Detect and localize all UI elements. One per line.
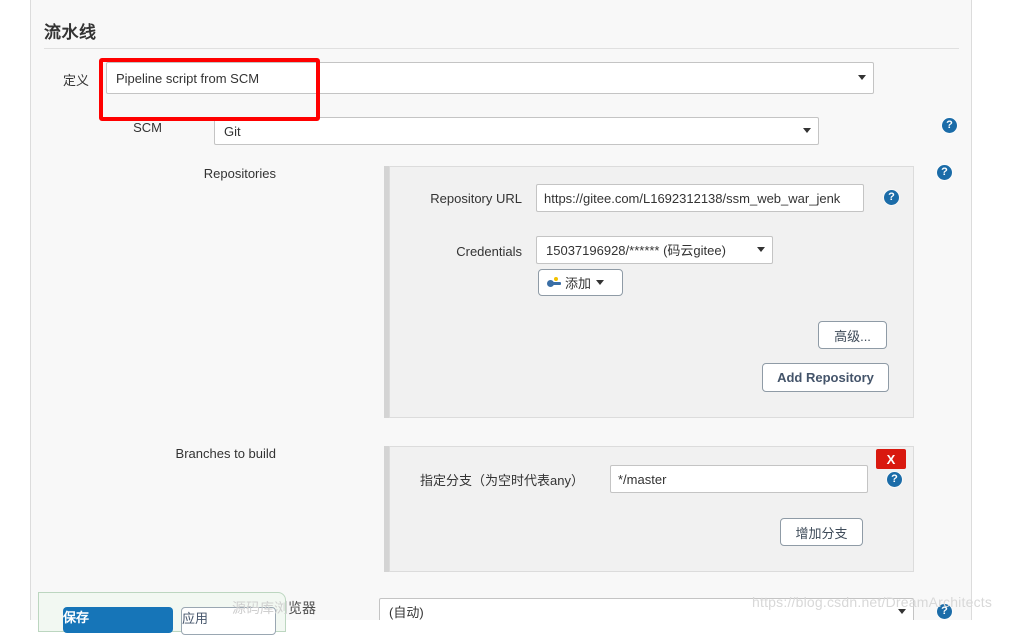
scm-select-wrap[interactable]: Git bbox=[214, 117, 819, 145]
repositories-panel: Repository URL ? Credentials 15037196928… bbox=[389, 166, 914, 418]
title-divider bbox=[44, 48, 959, 49]
browser-help-icon[interactable]: ? bbox=[937, 604, 952, 619]
add-repository-button[interactable]: Add Repository bbox=[762, 363, 889, 392]
apply-button[interactable]: 应用 bbox=[181, 607, 276, 635]
repositories-help-icon[interactable]: ? bbox=[937, 165, 952, 180]
add-branch-button[interactable]: 增加分支 bbox=[780, 518, 863, 546]
credentials-select[interactable]: 15037196928/****** (码云gitee) bbox=[536, 236, 773, 264]
delete-branch-button[interactable]: X bbox=[876, 449, 906, 469]
add-credentials-button[interactable]: 添加 bbox=[538, 269, 623, 296]
branches-label: Branches to build bbox=[175, 446, 276, 461]
add-credentials-label: 添加 bbox=[565, 276, 592, 291]
page-title: 流水线 bbox=[44, 23, 97, 42]
definition-select[interactable]: Pipeline script from SCM bbox=[106, 62, 874, 94]
repository-url-label: Repository URL bbox=[430, 191, 522, 206]
credentials-select-wrap[interactable]: 15037196928/****** (码云gitee) bbox=[536, 236, 773, 264]
branch-specifier-help-icon[interactable]: ? bbox=[887, 472, 902, 487]
form-action-bar: 保存 应用 bbox=[38, 592, 286, 635]
scm-label: SCM bbox=[133, 120, 162, 135]
repositories-label: Repositories bbox=[203, 166, 276, 181]
chevron-down-icon bbox=[596, 280, 605, 285]
branch-specifier-input[interactable] bbox=[610, 465, 868, 493]
branch-specifier-label: 指定分支（为空时代表any） bbox=[420, 473, 584, 488]
browser-select[interactable]: (自动) bbox=[379, 598, 914, 620]
credentials-label: Credentials bbox=[456, 244, 522, 259]
repository-url-help-icon[interactable]: ? bbox=[884, 190, 899, 205]
repository-url-input[interactable] bbox=[536, 184, 864, 212]
key-icon bbox=[547, 277, 562, 288]
browser-select-wrap[interactable]: (自动) bbox=[379, 598, 914, 620]
scm-help-icon[interactable]: ? bbox=[942, 118, 957, 133]
advanced-button[interactable]: 高级... bbox=[818, 321, 887, 349]
pipeline-config-panel: 流水线 定义 Pipeline script from SCM SCM Git … bbox=[30, 0, 972, 620]
save-button[interactable]: 保存 bbox=[63, 607, 173, 633]
branches-panel: X 指定分支（为空时代表any） ? 增加分支 bbox=[389, 446, 914, 572]
definition-label: 定义 bbox=[62, 73, 89, 88]
scm-select[interactable]: Git bbox=[214, 117, 819, 145]
definition-select-wrap[interactable]: Pipeline script from SCM bbox=[106, 62, 874, 94]
